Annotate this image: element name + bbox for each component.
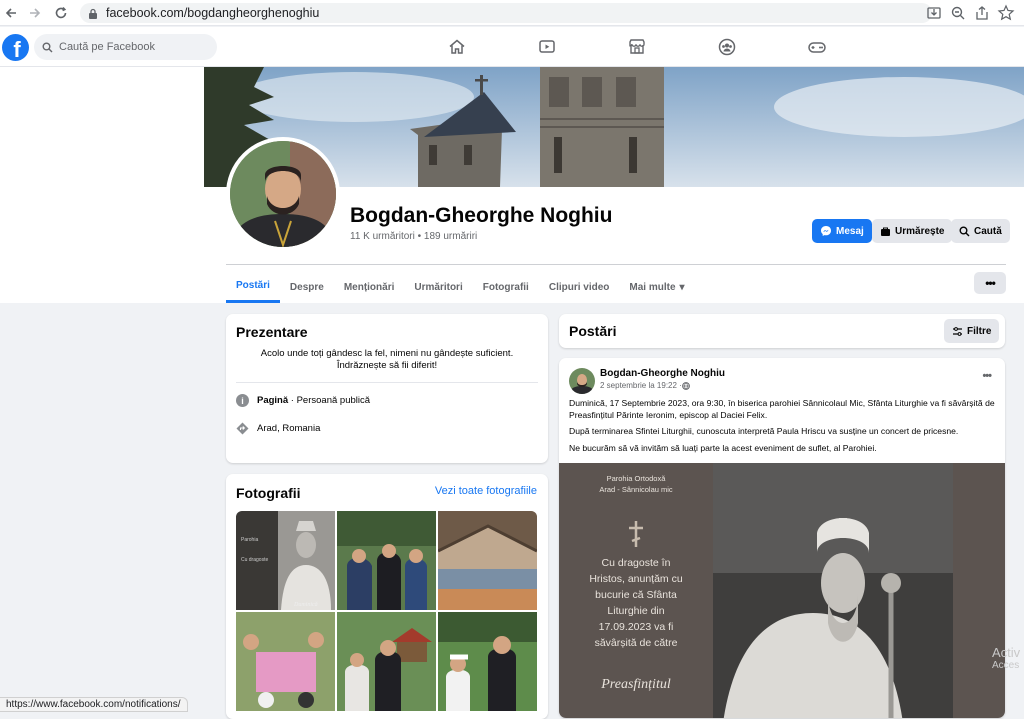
messenger-icon <box>820 225 832 237</box>
photo-thumb-1[interactable]: Parohia Cu dragoste Duminică <box>236 511 335 610</box>
intro-location-row: Arad, Romania <box>236 422 320 435</box>
search-icon <box>42 42 53 53</box>
facebook-header: f Caută pe Facebook <box>0 27 1024 67</box>
cross-icon <box>625 519 647 549</box>
tabs-divider <box>226 264 1006 265</box>
nav-groups-icon[interactable] <box>682 33 772 61</box>
ellipsis-icon: ••• <box>985 276 996 290</box>
see-all-photos-link[interactable]: Vezi toate fotografiile <box>435 485 537 497</box>
zoom-icon[interactable] <box>948 3 968 23</box>
globe-icon <box>681 381 690 390</box>
post-image[interactable]: Parohia Ortodoxă Arad - Sânnicolau mic C… <box>559 463 1005 718</box>
post-paragraph-1: Duminică, 17 Septembrie 2023, ora 9:30, … <box>569 398 995 420</box>
star-icon[interactable] <box>996 3 1016 23</box>
photo-thumb-2[interactable] <box>337 511 436 610</box>
message-button[interactable]: Mesaj <box>812 219 872 243</box>
svg-text:Duminică: Duminică <box>293 602 318 608</box>
search-profile-button[interactable]: Caută <box>951 219 1010 243</box>
intro-title: Prezentare <box>236 324 308 340</box>
nav-marketplace-icon[interactable] <box>592 33 682 61</box>
windows-watermark: Activ Acces <box>992 645 1021 671</box>
intro-page-row: i Pagină · Persoană publică <box>236 394 370 407</box>
install-icon[interactable] <box>924 3 944 23</box>
back-icon[interactable] <box>0 2 22 24</box>
caret-down-icon: ▾ <box>679 281 685 293</box>
url-text: facebook.com/bogdangheorghenoghiu <box>106 6 320 20</box>
more-options-button[interactable]: ••• <box>974 272 1006 294</box>
profile-avatar[interactable] <box>226 137 340 251</box>
post-card: Bogdan-Gheorghe Noghiu 2 septembrie la 1… <box>559 358 1005 718</box>
nav-gaming-icon[interactable] <box>772 33 862 61</box>
profile-name: Bogdan-Gheorghe Noghiu <box>350 204 613 227</box>
filters-button[interactable]: Filtre <box>944 319 1000 343</box>
profile-tabs: Postări Despre Menționări Urmăritori Fot… <box>226 271 695 303</box>
filter-icon <box>952 326 963 337</box>
search-icon <box>959 226 970 237</box>
address-bar[interactable]: facebook.com/bogdangheorghenoghiu <box>80 3 932 23</box>
photo-thumb-6[interactable] <box>438 612 537 711</box>
browser-toolbar: facebook.com/bogdangheorghenoghiu <box>0 0 1024 26</box>
post-paragraph-2: După terminarea Sfintei Liturghii, cunos… <box>569 426 959 436</box>
post-meta: 2 septembrie la 19:22 · <box>600 381 690 390</box>
tab-mentions[interactable]: Menționări <box>334 271 405 303</box>
intro-bio: Acolo unde toți gândesc la fel, nimeni n… <box>260 348 514 371</box>
post-author-name[interactable]: Bogdan-Gheorghe Noghiu <box>600 368 725 379</box>
svg-text:Cu dragoste: Cu dragoste <box>241 557 268 563</box>
poster-right-panel <box>953 463 1005 718</box>
info-icon: i <box>236 394 249 407</box>
photos-title: Fotografii <box>236 485 301 501</box>
poster-text: Cu dragoste în Hristos, anunțăm cu bucur… <box>589 557 683 649</box>
intro-divider <box>236 382 538 383</box>
status-bar: https://www.facebook.com/notifications/ <box>0 697 188 712</box>
tab-videos[interactable]: Clipuri video <box>539 271 620 303</box>
forward-icon[interactable] <box>24 2 46 24</box>
lock-icon <box>88 8 98 19</box>
nav-video-icon[interactable] <box>502 33 592 61</box>
post-author-avatar[interactable] <box>569 368 595 394</box>
intro-card: Prezentare Acolo unde toți gândesc la fe… <box>226 314 548 463</box>
search-placeholder: Caută pe Facebook <box>59 41 156 53</box>
photo-thumb-5[interactable] <box>337 612 436 711</box>
reload-icon[interactable] <box>50 2 72 24</box>
svg-text:Parohia: Parohia <box>241 537 258 543</box>
photos-card: Fotografii Vezi toate fotografiile Paroh… <box>226 474 548 719</box>
tab-posts[interactable]: Postări <box>226 271 280 303</box>
tab-more[interactable]: Mai multe ▾ <box>619 271 694 303</box>
post-date[interactable]: 2 septembrie la 19:22 · <box>600 381 682 390</box>
follow-icon <box>880 226 891 237</box>
location-icon <box>236 422 249 435</box>
search-box[interactable]: Caută pe Facebook <box>34 34 217 60</box>
tab-photos[interactable]: Fotografii <box>473 271 539 303</box>
photo-thumb-4[interactable] <box>236 612 335 711</box>
post-text: Duminică, 17 Septembrie 2023, ora 9:30, … <box>569 398 995 454</box>
photo-thumb-3[interactable] <box>438 511 537 610</box>
profile-stats[interactable]: 11 K urmăritori • 189 urmăriri <box>350 231 477 242</box>
facebook-logo[interactable]: f <box>2 34 29 61</box>
poster-photo <box>713 463 953 718</box>
follow-button[interactable]: Urmărește <box>872 219 953 243</box>
nav-home-icon[interactable] <box>412 33 502 61</box>
profile-header: Bogdan-Gheorghe Noghiu 11 K urmăritori •… <box>204 67 1024 303</box>
post-paragraph-3: Ne bucurăm să vă invităm să luați parte … <box>569 442 877 453</box>
left-blank-area <box>0 67 204 303</box>
poster-signature: Preasfințitul <box>601 677 671 692</box>
posts-title: Postări <box>569 323 617 339</box>
share-icon[interactable] <box>972 3 992 23</box>
post-options-icon[interactable]: ••• <box>982 370 992 382</box>
tab-about[interactable]: Despre <box>280 271 334 303</box>
posts-header-card: Postări Filtre <box>559 314 1005 348</box>
tab-followers[interactable]: Urmăritori <box>404 271 472 303</box>
poster-parish: Parohia Ortodoxă Arad - Sânnicolau mic <box>599 474 673 494</box>
